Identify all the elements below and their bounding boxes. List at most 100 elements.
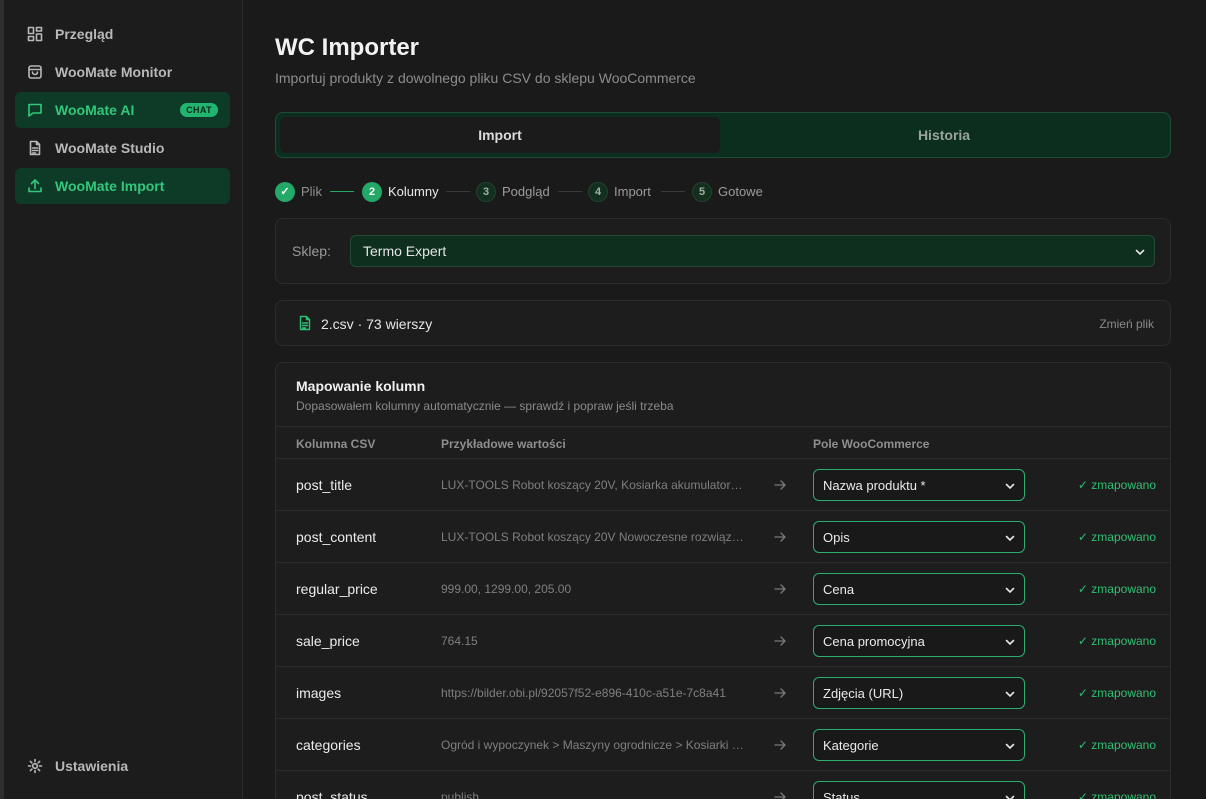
header-sample: Przykładowe wartości bbox=[441, 437, 566, 451]
sample-values: Ogród i wypoczynek > Maszyny ogrodnicze … bbox=[441, 738, 749, 752]
table-row: images https://bilder.obi.pl/92057f52-e8… bbox=[276, 667, 1170, 719]
csv-column: post_content bbox=[296, 529, 377, 545]
woo-field-select[interactable]: Status bbox=[813, 781, 1025, 799]
sidebar-item-settings[interactable]: Ustawienia bbox=[15, 748, 230, 784]
table-row: categories Ogród i wypoczynek > Maszyny … bbox=[276, 719, 1170, 771]
mapped-status: ✓ zmapowano bbox=[1077, 582, 1156, 596]
csv-column: sale_price bbox=[296, 633, 360, 649]
chevron-down-icon bbox=[1135, 249, 1145, 256]
arrow-right-icon bbox=[774, 792, 786, 799]
shop-label: Sklep: bbox=[292, 243, 331, 259]
chat-badge: CHAT bbox=[180, 103, 218, 117]
page-subtitle: Importuj produkty z dowolnego pliku CSV … bbox=[275, 70, 696, 86]
sidebar-item-label: Przegląd bbox=[55, 26, 114, 42]
table-header: Kolumna CSV Przykładowe wartości Pole Wo… bbox=[276, 426, 1170, 459]
tab-historia[interactable]: Historia bbox=[724, 117, 1164, 153]
step-connector bbox=[330, 191, 354, 192]
csv-column: regular_price bbox=[296, 581, 378, 597]
woo-field-select[interactable]: Nazwa produktu * bbox=[813, 469, 1025, 501]
sample-values: publish bbox=[441, 790, 480, 799]
sample-values: LUX-TOOLS Robot koszący 20V Nowoczesne r… bbox=[441, 530, 749, 544]
table-row: post_content LUX-TOOLS Robot koszący 20V… bbox=[276, 511, 1170, 563]
sidebar-item-ai[interactable]: WooMate AI CHAT bbox=[15, 92, 230, 128]
sidebar: Przegląd WooMate Monitor WooMate AI CHAT… bbox=[0, 0, 243, 799]
stepper: ✓ Plik 2 Kolumny 3 Podgląd 4 Import 5 Go… bbox=[275, 181, 875, 203]
mapped-status: ✓ zmapowano bbox=[1077, 634, 1156, 648]
woo-field-select[interactable]: Opis bbox=[813, 521, 1025, 553]
select-value: Kategorie bbox=[823, 737, 879, 753]
table-row: post_status publish Status ✓ zmapowano bbox=[276, 771, 1170, 799]
arrow-right-icon bbox=[774, 480, 786, 490]
step-podglad: 3 Podgląd bbox=[476, 181, 550, 202]
sidebar-item-label: WooMate Studio bbox=[55, 140, 165, 156]
arrow-right-icon bbox=[774, 636, 786, 646]
step-label: Plik bbox=[301, 184, 322, 199]
mapped-status: ✓ zmapowano bbox=[1077, 738, 1156, 752]
sidebar-item-label: Ustawienia bbox=[55, 758, 129, 774]
step-import: 4 Import bbox=[588, 181, 651, 202]
shop-panel: Sklep: Termo Expert bbox=[275, 218, 1171, 284]
table-row: regular_price 999.00, 1299.00, 205.00 Ce… bbox=[276, 563, 1170, 615]
woo-field-select[interactable]: Cena bbox=[813, 573, 1025, 605]
sidebar-item-import[interactable]: WooMate Import bbox=[15, 168, 230, 204]
sample-values: LUX-TOOLS Robot koszący 20V, Kosiarka ak… bbox=[441, 478, 749, 492]
mapping-subtitle: Dopasowałem kolumny automatycznie — spra… bbox=[296, 399, 674, 413]
table-row: sale_price 764.15 Cena promocyjna ✓ zmap… bbox=[276, 615, 1170, 667]
sidebar-item-przeglad[interactable]: Przegląd bbox=[15, 16, 230, 52]
step-kolumny: 2 Kolumny bbox=[362, 181, 439, 202]
mapping-panel: Mapowanie kolumn Dopasowałem kolumny aut… bbox=[275, 362, 1171, 799]
step-label: Kolumny bbox=[388, 184, 439, 199]
check-icon: ✓ bbox=[275, 181, 295, 202]
change-file-link[interactable]: Zmień plik bbox=[1099, 317, 1154, 331]
arrow-right-icon bbox=[774, 584, 786, 594]
step-plik: ✓ Plik bbox=[275, 181, 322, 202]
tab-import[interactable]: Import bbox=[280, 117, 720, 153]
select-value: Nazwa produktu * bbox=[823, 477, 926, 493]
tab-bar: Import Historia bbox=[275, 112, 1171, 158]
csv-column: post_title bbox=[296, 477, 353, 493]
step-connector bbox=[446, 191, 470, 192]
mapped-status: ✓ zmapowano bbox=[1077, 686, 1156, 700]
csv-column: images bbox=[296, 685, 342, 701]
chevron-down-icon bbox=[1005, 639, 1015, 646]
file-icon bbox=[299, 315, 311, 331]
step-number: 4 bbox=[588, 181, 608, 202]
select-value: Cena bbox=[823, 581, 855, 597]
select-value: Cena promocyjna bbox=[823, 633, 925, 649]
dashboard-icon bbox=[27, 26, 43, 42]
select-value: Opis bbox=[823, 529, 850, 545]
select-value: Zdjęcia (URL) bbox=[823, 685, 904, 701]
chevron-down-icon bbox=[1005, 535, 1015, 542]
woo-field-select[interactable]: Kategorie bbox=[813, 729, 1025, 761]
chevron-down-icon bbox=[1005, 795, 1015, 799]
step-label: Import bbox=[614, 184, 651, 199]
table-row: post_title LUX-TOOLS Robot koszący 20V, … bbox=[276, 459, 1170, 511]
step-connector bbox=[661, 191, 685, 192]
sidebar-item-studio[interactable]: WooMate Studio bbox=[15, 130, 230, 166]
upload-icon bbox=[27, 178, 43, 194]
gear-icon bbox=[27, 758, 43, 774]
page-title: WC Importer bbox=[275, 34, 419, 61]
arrow-right-icon bbox=[774, 688, 786, 698]
mapped-status: ✓ zmapowano bbox=[1077, 478, 1156, 492]
chevron-down-icon bbox=[1005, 691, 1015, 698]
shop-select[interactable]: Termo Expert bbox=[350, 235, 1155, 267]
step-number: 5 bbox=[692, 181, 712, 202]
header-woo: Pole WooCommerce bbox=[813, 437, 930, 451]
arrow-right-icon bbox=[774, 740, 786, 750]
shop-select-value: Termo Expert bbox=[363, 243, 447, 259]
sidebar-item-monitor[interactable]: WooMate Monitor bbox=[15, 54, 230, 90]
step-connector bbox=[558, 191, 582, 192]
woo-field-select[interactable]: Zdjęcia (URL) bbox=[813, 677, 1025, 709]
sample-values: 764.15 bbox=[441, 634, 478, 648]
sample-values: 999.00, 1299.00, 205.00 bbox=[441, 582, 572, 596]
sidebar-item-label: WooMate AI bbox=[55, 102, 135, 118]
step-number: 3 bbox=[476, 181, 496, 202]
woo-field-select[interactable]: Cena promocyjna bbox=[813, 625, 1025, 657]
mapping-title: Mapowanie kolumn bbox=[296, 378, 426, 394]
mapped-status: ✓ zmapowano bbox=[1077, 790, 1156, 799]
sample-values: https://bilder.obi.pl/92057f52-e896-410c… bbox=[441, 686, 726, 700]
document-icon bbox=[27, 140, 43, 156]
chevron-down-icon bbox=[1005, 483, 1015, 490]
header-csv: Kolumna CSV bbox=[296, 437, 376, 451]
